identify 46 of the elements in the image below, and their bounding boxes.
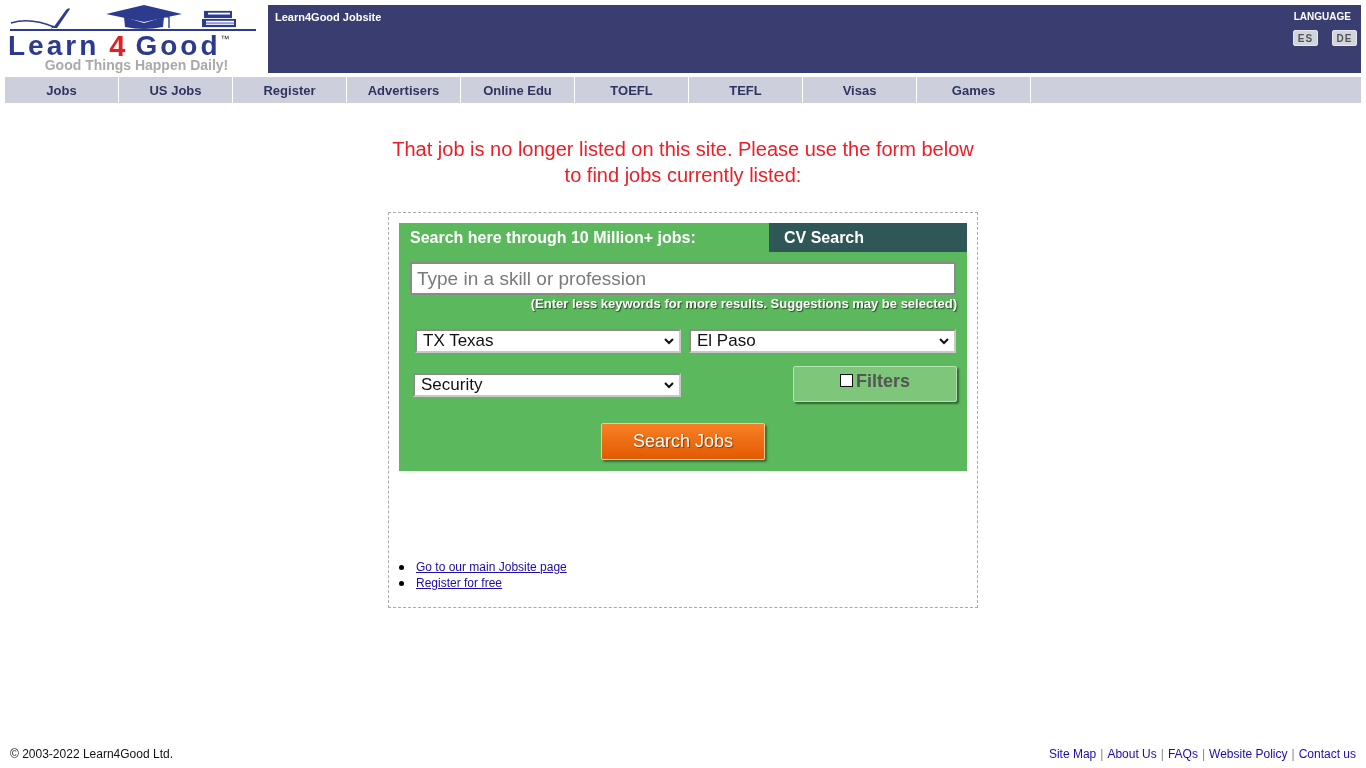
filters-checkbox[interactable] (840, 374, 853, 387)
link-separator: | (1291, 747, 1295, 762)
logo-tagline: Good Things Happen Daily! (43, 58, 230, 73)
bullet-icon (399, 564, 404, 570)
logo-wordmark: Good (135, 34, 221, 58)
logo-number: 4 (109, 34, 126, 58)
state-dropdown[interactable]: TX Texas (415, 329, 681, 353)
footer-link[interactable]: Website Policy (1209, 747, 1288, 762)
language-label: LANGUAGE (1293, 11, 1351, 23)
city-dropdown[interactable]: El Paso (689, 329, 956, 353)
nav-link[interactable]: Games (917, 77, 1031, 103)
caret-icon (664, 381, 674, 389)
cv-search-button[interactable]: CV Search (769, 223, 967, 252)
link-separator: | (1100, 747, 1104, 762)
copyright-text: © 2003-2022 Learn4Good Ltd. (10, 747, 173, 762)
text-link[interactable]: Go to our main Jobsite page (416, 559, 567, 575)
nav-link[interactable]: TEFL (689, 77, 803, 103)
bullet-icon (399, 580, 404, 586)
footer-link[interactable]: Site Map (1048, 747, 1097, 762)
caret-icon (664, 337, 674, 345)
language-button[interactable]: ES (1293, 30, 1318, 46)
footer-link[interactable]: Contact us (1298, 747, 1356, 762)
nav-link[interactable]: Online Edu (461, 77, 575, 103)
footer-link[interactable]: FAQs (1167, 747, 1198, 762)
nav-link[interactable]: Advertisers (347, 77, 461, 103)
footer-link[interactable]: About Us (1107, 747, 1157, 762)
keyword-input[interactable]: Type in a skill or profession (410, 262, 956, 295)
nav-link[interactable]: Visas (803, 77, 917, 103)
link-separator: | (1160, 747, 1164, 762)
nav-link[interactable]: US Jobs (119, 77, 233, 103)
filters-button[interactable]: Filters (793, 366, 957, 402)
text-link[interactable]: Register for free (416, 575, 503, 591)
link-separator: | (1201, 747, 1205, 762)
nav-link[interactable]: TOEFL (575, 77, 689, 103)
site-title: Learn4Good Jobsite (275, 11, 382, 24)
trademark-symbol: ™ (220, 34, 230, 44)
nav-link[interactable]: Jobs (5, 77, 119, 103)
search-heading: Search here through 10 Million+ jobs: (409, 228, 696, 247)
hint-text: (Enter less keywords for more results. Suggestions may be selected) (529, 296, 957, 311)
notice-message: That job is no longer listed on this site. Please use the form below to find jobs currently listed: (391, 137, 975, 188)
category-dropdown[interactable]: Security (413, 373, 681, 397)
logo-wordmark: Learn (8, 34, 100, 58)
books-icon (202, 10, 238, 28)
language-button[interactable]: DE (1332, 30, 1357, 46)
nav-link[interactable]: Register (233, 77, 347, 103)
caret-icon (939, 337, 949, 345)
